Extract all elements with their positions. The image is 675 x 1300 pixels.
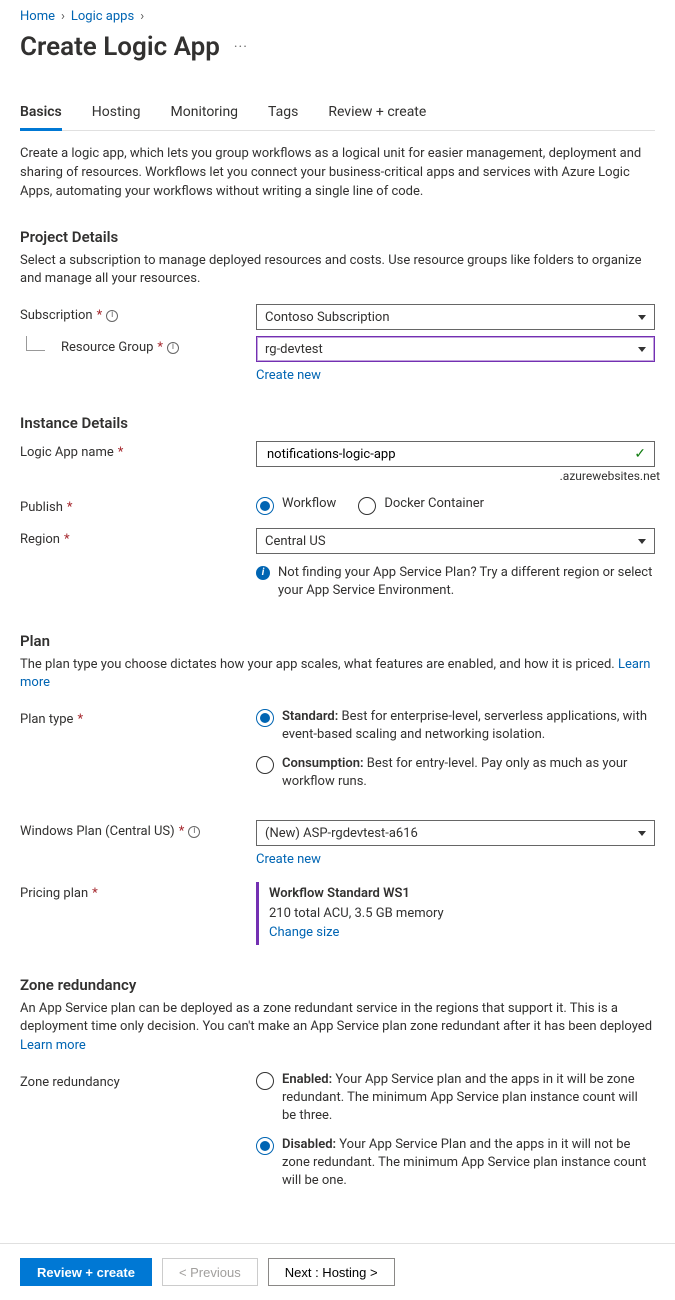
breadcrumb-home[interactable]: Home xyxy=(20,9,55,24)
chevron-right-icon: › xyxy=(140,9,144,24)
region-info-callout: i Not finding your App Service Plan? Try… xyxy=(256,554,660,600)
chevron-right-icon: › xyxy=(61,9,65,24)
section-project-details: Project Details xyxy=(20,228,655,246)
logic-app-name-field[interactable] xyxy=(265,446,634,463)
resource-group-select[interactable]: rg-devtest xyxy=(256,336,655,362)
intro-text: Create a logic app, which lets you group… xyxy=(20,131,655,214)
section-zone-redundancy: Zone redundancy xyxy=(20,976,655,994)
create-new-rg-link[interactable]: Create new xyxy=(256,368,321,383)
pricing-plan-box: Workflow Standard WS1 210 total ACU, 3.5… xyxy=(256,882,655,945)
review-create-button[interactable]: Review + create xyxy=(20,1258,152,1286)
radio-icon xyxy=(256,756,274,774)
chevron-down-icon xyxy=(638,347,646,352)
windows-plan-label: Windows Plan (Central US)* i xyxy=(20,820,256,839)
wizard-footer: Review + create < Previous Next : Hostin… xyxy=(0,1243,675,1300)
change-size-link[interactable]: Change size xyxy=(269,925,339,940)
subscription-label: Subscription* i xyxy=(20,304,256,323)
windows-plan-select[interactable]: (New) ASP-rgdevtest-a616 xyxy=(256,820,655,846)
chevron-down-icon xyxy=(638,539,646,544)
pricing-plan-detail: 210 total ACU, 3.5 GB memory xyxy=(269,904,655,924)
zone-learn-more-link[interactable]: Learn more xyxy=(20,1038,86,1053)
plan-type-label: Plan type* xyxy=(20,708,256,727)
radio-icon xyxy=(256,497,274,515)
radio-icon xyxy=(358,497,376,515)
logic-app-name-input[interactable]: ✓ xyxy=(256,441,655,467)
zone-enabled-radio[interactable]: Enabled: Your App Service plan and the a… xyxy=(256,1071,655,1126)
tab-tags[interactable]: Tags xyxy=(268,100,298,130)
checkmark-icon: ✓ xyxy=(634,446,646,462)
section-plan: Plan xyxy=(20,632,655,650)
info-icon[interactable]: i xyxy=(188,826,200,838)
publish-docker-label: Docker Container xyxy=(384,496,484,511)
publish-docker-radio[interactable]: Docker Container xyxy=(358,496,484,515)
radio-icon xyxy=(256,1072,274,1090)
tab-basics[interactable]: Basics xyxy=(20,100,62,130)
region-value: Central US xyxy=(265,534,326,549)
resource-group-label: Resource Group* i xyxy=(20,336,256,355)
pricing-plan-label: Pricing plan* xyxy=(20,882,256,901)
tab-hosting[interactable]: Hosting xyxy=(92,100,141,130)
more-menu-icon[interactable]: ··· xyxy=(234,39,248,55)
info-icon[interactable]: i xyxy=(106,310,118,322)
publish-label: Publish* xyxy=(20,496,256,515)
create-new-plan-link[interactable]: Create new xyxy=(256,852,321,867)
radio-icon xyxy=(256,709,274,727)
zone-desc: An App Service plan can be deployed as a… xyxy=(20,1000,655,1057)
region-label: Region* xyxy=(20,528,256,547)
project-details-desc: Select a subscription to manage deployed… xyxy=(20,252,655,290)
domain-suffix: .azurewebsites.net xyxy=(256,469,660,483)
radio-icon xyxy=(256,1137,274,1155)
zone-enabled-desc: Enabled: Your App Service plan and the a… xyxy=(282,1071,655,1126)
wizard-tabs: Basics Hosting Monitoring Tags Review + … xyxy=(20,100,655,131)
publish-workflow-label: Workflow xyxy=(282,496,336,511)
breadcrumb: Home › Logic apps › xyxy=(20,6,655,32)
region-select[interactable]: Central US xyxy=(256,528,655,554)
plan-consumption-radio[interactable]: Consumption: Best for entry-level. Pay o… xyxy=(256,755,655,791)
pricing-plan-name: Workflow Standard WS1 xyxy=(269,884,655,904)
chevron-down-icon xyxy=(638,831,646,836)
zone-redundancy-label: Zone redundancy xyxy=(20,1071,256,1090)
plan-desc: The plan type you choose dictates how yo… xyxy=(20,656,655,694)
info-icon: i xyxy=(256,566,270,580)
breadcrumb-logic-apps[interactable]: Logic apps xyxy=(71,9,134,24)
chevron-down-icon xyxy=(638,315,646,320)
plan-standard-desc: Standard: Best for enterprise-level, ser… xyxy=(282,708,655,744)
subscription-select[interactable]: Contoso Subscription xyxy=(256,304,655,330)
windows-plan-value: (New) ASP-rgdevtest-a616 xyxy=(265,826,418,841)
next-button[interactable]: Next : Hosting > xyxy=(268,1258,395,1286)
previous-button: < Previous xyxy=(162,1258,258,1286)
tab-monitoring[interactable]: Monitoring xyxy=(171,100,239,130)
section-instance-details: Instance Details xyxy=(20,414,655,432)
info-icon[interactable]: i xyxy=(167,342,179,354)
plan-consumption-desc: Consumption: Best for entry-level. Pay o… xyxy=(282,755,655,791)
logic-app-name-label: Logic App name* xyxy=(20,441,256,460)
zone-disabled-radio[interactable]: Disabled: Your App Service Plan and the … xyxy=(256,1136,655,1191)
page-title: Create Logic App xyxy=(20,32,220,62)
publish-workflow-radio[interactable]: Workflow xyxy=(256,496,336,515)
subscription-value: Contoso Subscription xyxy=(265,310,390,325)
plan-standard-radio[interactable]: Standard: Best for enterprise-level, ser… xyxy=(256,708,655,744)
zone-disabled-desc: Disabled: Your App Service Plan and the … xyxy=(282,1136,655,1191)
region-info-text: Not finding your App Service Plan? Try a… xyxy=(278,564,660,600)
tab-review[interactable]: Review + create xyxy=(328,100,426,130)
resource-group-value: rg-devtest xyxy=(265,342,323,357)
